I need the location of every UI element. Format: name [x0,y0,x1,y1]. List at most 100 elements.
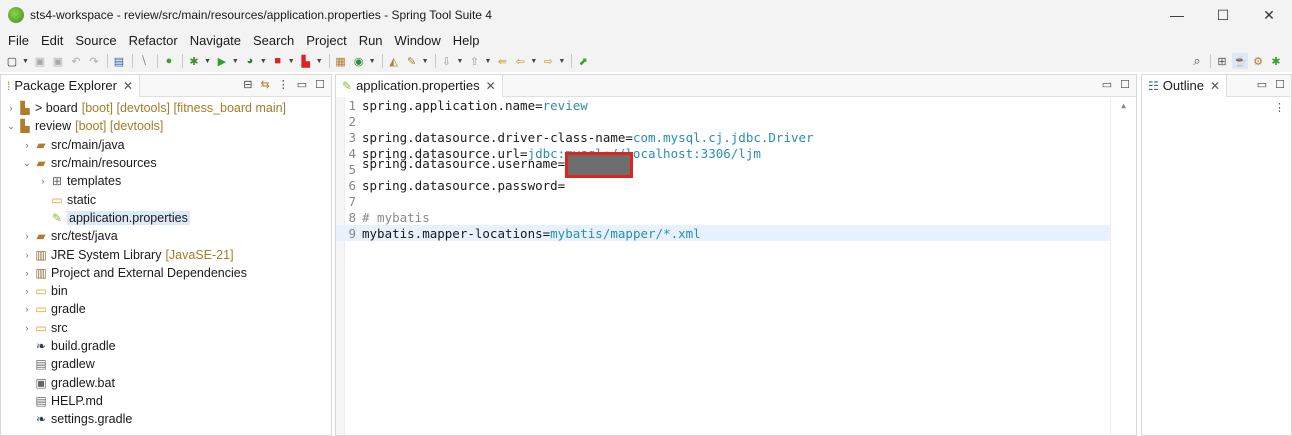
collapse-icon[interactable]: ⌄ [5,121,17,132]
run-dropdown-icon[interactable]: ▼ [232,58,239,65]
search-dropdown-icon[interactable]: ▼ [422,58,429,65]
collapse-all-icon[interactable]: ⊟ [243,78,252,91]
collapse-icon[interactable]: ⌄ [21,158,33,169]
forward-icon[interactable]: ⇨ [540,53,556,69]
tab-application-properties[interactable]: ✎ application.properties ✕ [336,74,503,97]
open-type-icon[interactable]: ◭ [386,53,402,69]
tree-item-application-properties[interactable]: ✎ application.properties [1,209,331,227]
expand-icon[interactable]: › [21,286,33,296]
tree-item-static[interactable]: ▭ static [1,190,331,208]
view-menu-icon[interactable]: ⋮ [278,78,289,91]
menu-edit[interactable]: Edit [35,33,69,48]
code-line-5[interactable]: 5 spring.datasource.username= [336,152,1136,178]
previous-annotation-dropdown-icon[interactable]: ▼ [484,58,491,65]
menu-navigate[interactable]: Navigate [184,33,247,48]
tree-item-review[interactable]: ⌄ ▙ review [boot] [devtools] [1,117,331,135]
new-java-package-icon[interactable]: ▦ [333,53,349,69]
tree-item-src-test-java[interactable]: › ▰ src/test/java [1,227,331,245]
redo-icon[interactable]: ↷ [86,53,102,69]
tree-item-jre-system-library[interactable]: › ▥ JRE System Library [JavaSE-21] [1,245,331,263]
terminal-icon[interactable]: ▤ [111,53,127,69]
new-class-dropdown-icon[interactable]: ▼ [369,58,376,65]
close-icon[interactable]: ✕ [123,79,133,93]
open-perspective-icon[interactable]: ⊞ [1214,53,1230,69]
spring-perspective-icon[interactable]: ✱ [1268,53,1284,69]
menu-project[interactable]: Project [300,33,352,48]
tree-item-src-main-resources[interactable]: ⌄ ▰ src/main/resources [1,154,331,172]
tab-package-explorer[interactable]: ⁞ Package Explorer ✕ [1,74,141,97]
back-dropdown-icon[interactable]: ▼ [530,58,537,65]
code-editor[interactable]: 1 spring.application.name=review 2 3 spr… [336,97,1136,435]
next-annotation-icon[interactable]: ⇩ [439,53,455,69]
view-menu-icon[interactable]: ⋮ [1274,101,1285,114]
save-all-icon[interactable]: ▣ [50,53,66,69]
relaunch-dropdown-icon[interactable]: ▼ [316,58,323,65]
expand-icon[interactable]: › [21,231,33,241]
code-line-9[interactable]: 9 mybatis.mapper-locations=mybatis/mappe… [336,225,1110,241]
previous-annotation-icon[interactable]: ⇧ [466,53,482,69]
search-toolbar-icon[interactable]: ✎ [404,53,420,69]
maximize-button[interactable]: ☐ [1200,0,1246,30]
menu-run[interactable]: Run [353,33,389,48]
run-icon[interactable]: ▶ [214,53,230,69]
minimize-view-icon[interactable]: ▭ [1257,78,1267,91]
forward-dropdown-icon[interactable]: ▼ [558,58,565,65]
link-with-editor-icon[interactable]: ⇆ [261,78,270,91]
tree-item-src[interactable]: › ▭ src [1,319,331,337]
menu-file[interactable]: File [2,33,35,48]
code-line-7[interactable]: 7 [336,193,1136,209]
tree-item-help-md[interactable]: ▤ HELP.md [1,392,331,410]
expand-icon[interactable]: › [21,268,33,278]
code-line-1[interactable]: 1 spring.application.name=review [336,97,1136,113]
new-dropdown-icon[interactable]: ▼ [22,58,29,65]
tree-item-gradlew-bat[interactable]: ▣ gradlew.bat [1,373,331,391]
relaunch-icon[interactable]: ▙ [298,53,314,69]
menu-window[interactable]: Window [389,33,447,48]
close-icon[interactable]: ✕ [1210,79,1220,93]
menu-source[interactable]: Source [69,33,122,48]
expand-icon[interactable]: › [21,304,33,314]
tree-item-build-gradle[interactable]: ❧ build.gradle [1,337,331,355]
debug-perspective-icon[interactable]: ⚙ [1250,53,1266,69]
close-button[interactable]: ✕ [1246,0,1292,30]
expand-icon[interactable]: › [5,103,17,113]
maximize-view-icon[interactable]: ☐ [1120,78,1130,91]
menu-refactor[interactable]: Refactor [123,33,184,48]
debug-icon[interactable]: ✱ [186,53,202,69]
expand-icon[interactable]: › [21,250,33,260]
code-line-2[interactable]: 2 [336,113,1136,129]
minimize-view-icon[interactable]: ▭ [297,78,307,91]
menu-search[interactable]: Search [247,33,300,48]
new-icon[interactable]: ▢ [4,53,20,69]
minimize-button[interactable]: — [1154,0,1200,30]
coverage-icon[interactable]: ◕ [242,53,258,69]
spring-boot-dashboard-icon[interactable]: ● [161,53,177,69]
save-icon[interactable]: ▣ [32,53,48,69]
stop-icon[interactable]: ■ [270,53,286,69]
stop-dropdown-icon[interactable]: ▼ [288,58,295,65]
undo-icon[interactable]: ↶ [68,53,84,69]
tree-item-templates[interactable]: › ⊞ templates [1,172,331,190]
tree-item-settings-gradle[interactable]: ❧ settings.gradle [1,410,331,428]
maximize-view-icon[interactable]: ☐ [315,78,325,91]
tree-item-bin[interactable]: › ▭ bin [1,282,331,300]
tree-item-gradle[interactable]: › ▭ gradle [1,300,331,318]
maximize-view-icon[interactable]: ☐ [1275,78,1285,91]
coverage-dropdown-icon[interactable]: ▼ [260,58,267,65]
expand-icon[interactable]: › [21,323,33,333]
tab-outline[interactable]: ☷ Outline ✕ [1142,74,1228,97]
tree-item-board[interactable]: › ▙ > board [boot] [devtools] [fitness_b… [1,99,331,117]
expand-icon[interactable]: › [37,176,49,186]
code-line-8[interactable]: 8 # mybatis [336,209,1136,225]
last-edit-location-icon[interactable]: ⇚ [494,53,510,69]
debug-dropdown-icon[interactable]: ▼ [204,58,211,65]
code-line-6[interactable]: 6 spring.datasource.password= [336,177,1136,193]
new-class-icon[interactable]: ◉ [351,53,367,69]
skip-breakpoints-icon[interactable]: ⧹ [136,53,152,69]
tree-item-project-external-dependencies[interactable]: › ▥ Project and External Dependencies [1,264,331,282]
back-icon[interactable]: ⇦ [512,53,528,69]
next-annotation-dropdown-icon[interactable]: ▼ [457,58,464,65]
pin-editor-icon[interactable]: ⬈ [575,53,591,69]
java-perspective-icon[interactable]: ☕ [1232,53,1248,69]
expand-icon[interactable]: › [21,140,33,150]
